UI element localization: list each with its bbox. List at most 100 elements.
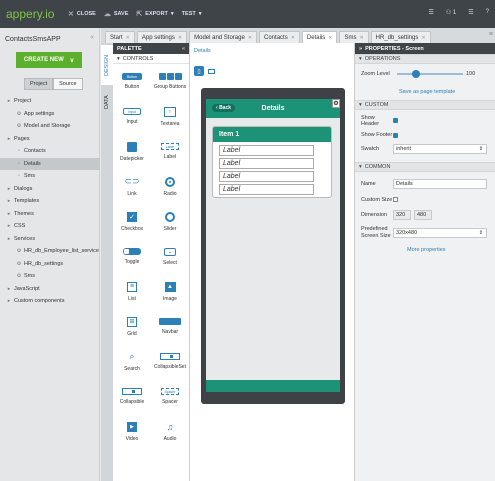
create-new-button[interactable]: CREATE NEW ∨ xyxy=(16,52,82,68)
show-footer-checkbox[interactable] xyxy=(393,132,398,138)
tree-item-project[interactable]: ▸ Project xyxy=(0,95,100,108)
label-3[interactable]: Label xyxy=(219,171,314,182)
label-2[interactable]: Label xyxy=(219,158,314,169)
collapse-panel-icon[interactable]: « xyxy=(90,34,94,41)
palette-item-checkbox[interactable]: ✓ Checkbox xyxy=(113,204,151,239)
editor-tab-app-settings[interactable]: App settings ✕ xyxy=(136,31,188,43)
tree-item-templates[interactable]: ▸ Templates xyxy=(0,195,100,208)
palette-item-navbar[interactable]: Navbar xyxy=(151,309,189,344)
close-tab-icon[interactable]: ✕ xyxy=(178,35,182,41)
save-button[interactable]: ☁ SAVE xyxy=(104,10,129,18)
palette-item-collapsible[interactable]: Collapsible xyxy=(113,379,151,414)
tab-data[interactable]: DATA xyxy=(101,87,113,117)
palette-item-button[interactable]: Button Button xyxy=(113,64,151,99)
palette-item-radio[interactable]: Radio xyxy=(151,169,189,204)
tab-design[interactable]: DESIGN xyxy=(101,45,113,85)
tab-project[interactable]: Project xyxy=(24,78,54,90)
palette-item-list[interactable]: ≡ List xyxy=(113,274,151,309)
tree-item-themes[interactable]: ▸ Themes xyxy=(0,208,100,221)
swatch-select[interactable]: inherit ⇕ xyxy=(393,144,487,154)
tree-item-model-and-storage[interactable]: ⚙ Model and Storage xyxy=(0,120,100,133)
tree-item-pages[interactable]: ▸ Pages xyxy=(0,133,100,146)
custom-size-checkbox[interactable] xyxy=(393,197,398,202)
back-button[interactable]: ‹ Back xyxy=(212,104,236,112)
common-section[interactable]: ▾ COMMON xyxy=(355,162,495,172)
palette-item-search[interactable]: ⌕ Search xyxy=(113,344,151,379)
tree-item-custom-components[interactable]: ▸ Custom components xyxy=(0,295,100,308)
tree-item-sms[interactable]: ▫ Sms xyxy=(0,170,100,183)
tree-item-contacts[interactable]: ▫ Contacts xyxy=(0,145,100,158)
palette-item-video[interactable]: ▶ Video xyxy=(113,414,151,449)
zoom-slider[interactable] xyxy=(393,70,463,78)
phone-icon[interactable]: ▯ xyxy=(194,66,204,76)
tab-list-icon[interactable]: ≡ xyxy=(489,31,493,38)
editor-tab-sms[interactable]: Sms ✕ xyxy=(339,31,369,43)
palette-item-input[interactable]: Input Input xyxy=(113,99,151,134)
palette-item-slider[interactable]: Slider xyxy=(151,204,189,239)
palette-item-textarea[interactable]: T Textarea xyxy=(151,99,189,134)
palette-item-image[interactable]: ▲ Image xyxy=(151,274,189,309)
page-content[interactable]: Item 1 Label Label Label Label xyxy=(206,118,340,380)
page-footer[interactable] xyxy=(206,380,340,392)
close-tab-icon[interactable]: ✕ xyxy=(291,35,295,41)
collapsible[interactable]: Item 1 Label Label Label Label xyxy=(212,126,332,198)
tree-item-dialogs[interactable]: ▸ Dialogs xyxy=(0,183,100,196)
collapsible-title[interactable]: Item 1 xyxy=(213,127,331,142)
tree-item-hr-db-employee-list-service[interactable]: ⚙ HR_db_Employee_list_service xyxy=(0,245,100,258)
tree-item-hr-db-settings[interactable]: ⚙ HR_db_settings xyxy=(0,258,100,271)
page-header[interactable]: ‹ Back Details ⚙ xyxy=(206,99,340,118)
palette-item-select[interactable]: ⌄ Select xyxy=(151,239,189,274)
palette-item-datepicker[interactable]: Datepicker xyxy=(113,134,151,169)
tree-item-details[interactable]: ▫ Details xyxy=(0,157,100,170)
more-properties-link[interactable]: More properties xyxy=(407,247,446,253)
test-button[interactable]: TEST ▾ xyxy=(182,11,202,17)
palette-item-toggle[interactable]: Toggle xyxy=(113,239,151,274)
tree-item-javascript[interactable]: ▸ JavaScript xyxy=(0,283,100,296)
palette-item-collapsibleset[interactable]: CollapsibleSet xyxy=(151,344,189,379)
tree-item-css[interactable]: ▸ CSS xyxy=(0,220,100,233)
collapse-palette-icon[interactable]: « xyxy=(182,46,185,52)
zoom-slider-handle[interactable] xyxy=(411,70,420,78)
palette-item-grid[interactable]: ⊞ Grid xyxy=(113,309,151,344)
save-page-template-link[interactable]: Save as page template xyxy=(399,89,455,95)
gear-icon[interactable]: ⚙ xyxy=(332,99,340,108)
editor-tab-start[interactable]: Start ✕ xyxy=(105,31,135,43)
palette-item-label[interactable]: Label Label xyxy=(151,134,189,169)
collapsibleset-icon xyxy=(160,353,180,360)
expand-icon[interactable]: » xyxy=(359,46,362,52)
menu-icon[interactable]: ☰ xyxy=(428,9,433,16)
close-tab-icon[interactable]: ✕ xyxy=(328,35,332,41)
editor-tab-model-and-storage[interactable]: Model and Storage ✕ xyxy=(189,31,258,43)
breadcrumb[interactable]: Details xyxy=(194,48,354,54)
tree-item-services[interactable]: ▸ Services xyxy=(0,233,100,246)
name-field[interactable]: Details xyxy=(393,179,487,189)
close-tab-icon[interactable]: ✕ xyxy=(248,35,252,41)
close-tab-icon[interactable]: ✕ xyxy=(126,35,130,41)
operations-section[interactable]: ▾ OPERATIONS xyxy=(355,54,495,64)
label-4[interactable]: Label xyxy=(219,184,314,195)
editor-tab-hr-db-settings[interactable]: HR_db_settings ✕ xyxy=(370,31,431,43)
tab-source[interactable]: Source xyxy=(53,78,83,90)
editor-tab-contacts[interactable]: Contacts ✕ xyxy=(259,31,300,43)
palette-item-audio[interactable]: ♫ Audio xyxy=(151,414,189,449)
palette-item-spacer[interactable]: Spacer Spacer xyxy=(151,379,189,414)
close-button[interactable]: ✕ CLOSE xyxy=(68,10,96,18)
tablet-icon[interactable] xyxy=(208,68,215,74)
export-button[interactable]: ⇱ EXPORT ▾ xyxy=(136,10,173,18)
custom-section[interactable]: ▾ CUSTOM xyxy=(355,100,495,110)
palette-item-link[interactable]: ⊂⊃ Link xyxy=(113,169,151,204)
radio-icon xyxy=(165,176,175,187)
predefined-size-select[interactable]: 320x480 ⇕ xyxy=(393,228,487,238)
editor-tab-details[interactable]: Details ✕ xyxy=(301,31,338,43)
controls-section[interactable]: ▾ CONTROLS xyxy=(113,54,189,64)
help-icon[interactable]: ? xyxy=(486,9,489,16)
apps-menu-icon[interactable]: ☰ xyxy=(468,9,473,16)
tree-item-sms[interactable]: ⚙ Sms xyxy=(0,270,100,283)
show-header-checkbox[interactable] xyxy=(393,118,398,123)
close-tab-icon[interactable]: ✕ xyxy=(359,35,363,41)
tree-item-app-settings[interactable]: ⚙ App settings xyxy=(0,108,100,121)
users-indicator[interactable]: ⚇ 1 xyxy=(446,9,456,16)
close-tab-icon[interactable]: ✕ xyxy=(421,35,425,41)
label-1[interactable]: Label xyxy=(219,145,314,156)
palette-item-group-buttons[interactable]: Group Buttons xyxy=(151,64,189,99)
